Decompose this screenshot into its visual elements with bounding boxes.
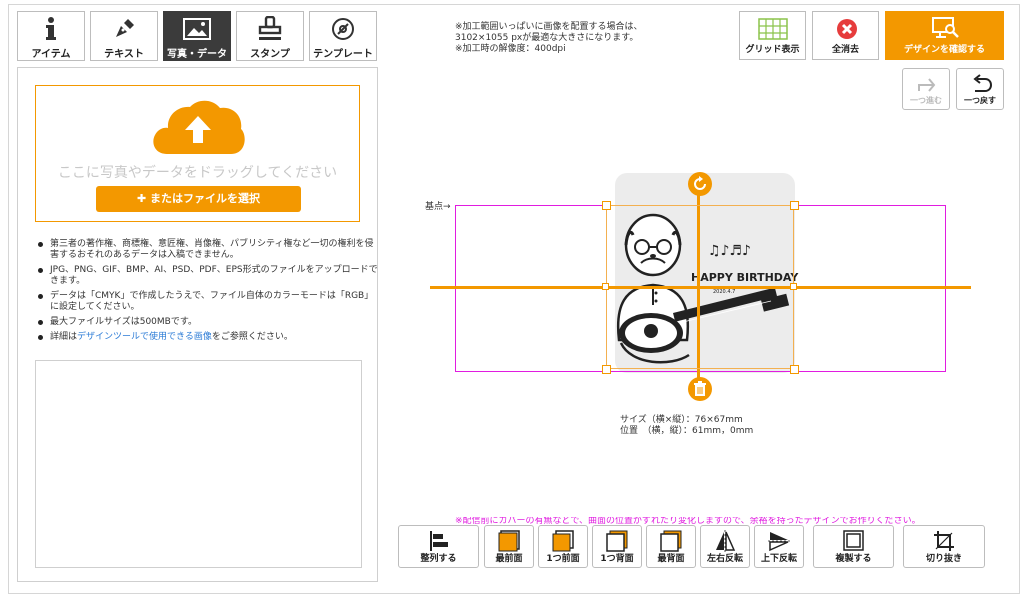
plus-icon: ✚: [136, 192, 151, 205]
info-icon: [18, 16, 84, 42]
tab-photo-data[interactable]: 写真・データ: [163, 11, 231, 61]
select-file-button[interactable]: ✚ またはファイルを選択: [96, 186, 301, 212]
tab-text-label: テキスト: [104, 49, 144, 60]
tab-stamp[interactable]: スタンプ: [236, 11, 304, 61]
duplicate-button[interactable]: 複製する: [813, 525, 894, 568]
tab-photo-data-label: 写真・データ: [167, 49, 227, 60]
redo-icon: [917, 73, 937, 97]
upload-dropzone[interactable]: ここに写真やデータをドラッグしてください ✚ またはファイルを選択: [35, 85, 360, 222]
align-button[interactable]: 整列する: [398, 525, 479, 568]
selection-box[interactable]: [606, 205, 794, 369]
note-item: 第三者の著作権、商標権、意匠権、肖像権、パブリシティ権など一切の権利を侵害するお…: [38, 239, 380, 261]
bring-forward-icon: [539, 530, 587, 552]
flip-horizontal-label: 左右反転: [706, 554, 743, 564]
pen-icon: [91, 16, 157, 42]
select-file-label: またはファイルを選択: [150, 192, 261, 205]
preview-icon: [932, 17, 960, 43]
note-item: 最大ファイルサイズは500MBです。: [38, 317, 380, 328]
note-item-detail: 詳細はデザインツールで使用できる画像をご参照ください。: [38, 332, 380, 343]
send-back-label: 最背面: [657, 554, 685, 564]
crop-label: 切り抜き: [925, 554, 962, 564]
grid-icon: [758, 18, 788, 44]
grid-toggle-button[interactable]: グリッド表示: [739, 11, 806, 60]
send-backward-icon: [593, 530, 641, 552]
tab-template-label: テンプレート: [313, 49, 373, 60]
note-item: データは「CMYK」で作成したうえで、ファイル自体のカラーモードは「RGB」に設…: [38, 291, 380, 313]
align-label: 整列する: [420, 554, 457, 564]
confirm-design-button[interactable]: デザインを確認する: [885, 11, 1004, 60]
tab-template[interactable]: テンプレート: [309, 11, 377, 61]
flip-horizontal-button[interactable]: 左右反転: [700, 525, 750, 568]
clear-icon: [836, 18, 858, 44]
undo-button[interactable]: 一つ戻す: [956, 68, 1004, 110]
resize-handle[interactable]: [790, 283, 797, 290]
flip-vertical-button[interactable]: 上下反転: [754, 525, 804, 568]
image-guide-link[interactable]: デザインツールで使用できる画像: [77, 332, 212, 342]
rotate-handle[interactable]: [688, 172, 712, 196]
bring-front-icon: [485, 530, 533, 552]
upload-notes: 第三者の著作権、商標権、意匠権、肖像権、パブリシティ権など一切の権利を侵害するお…: [36, 239, 380, 347]
resize-handle[interactable]: [790, 201, 799, 210]
note-item: JPG、PNG、GIF、BMP、AI、PSD、PDF、EPS形式のファイルをアッ…: [38, 265, 380, 287]
note-detail-post: をご参照ください。: [211, 332, 293, 342]
confirm-design-label: デザインを確認する: [903, 45, 985, 55]
tab-item[interactable]: アイテム: [17, 11, 85, 61]
image-icon: [164, 16, 230, 42]
duplicate-icon: [814, 530, 893, 552]
base-point-label: 基点→: [425, 202, 451, 212]
tab-stamp-label: スタンプ: [250, 49, 290, 60]
flip-vertical-label: 上下反転: [760, 554, 797, 564]
redo-button[interactable]: 一つ進む: [902, 68, 950, 110]
cloud-upload-icon: [149, 96, 247, 160]
delete-object-button[interactable]: [688, 377, 712, 401]
resize-handle[interactable]: [790, 365, 799, 374]
note-detail-pre: 詳細は: [50, 332, 78, 342]
flip-horizontal-icon: [701, 530, 749, 552]
bring-front-label: 最前面: [495, 554, 523, 564]
send-backward-label: 1つ背面: [600, 554, 634, 564]
redo-label: 一つ進む: [910, 96, 942, 105]
uploaded-images-panel: [35, 360, 362, 568]
template-icon: [310, 16, 376, 42]
resize-handle[interactable]: [602, 365, 611, 374]
resize-handle[interactable]: [602, 201, 611, 210]
upload-hint: ここに写真やデータをドラッグしてください: [57, 165, 338, 181]
undo-label: 一つ戻す: [964, 96, 996, 105]
bring-forward-label: 1つ前面: [546, 554, 580, 564]
send-back-icon: [647, 530, 695, 552]
resolution-note: ※加工範囲いっぱいに画像を配置する場合は、 3102×1055 pxが最適な大き…: [455, 22, 643, 54]
send-to-back-button[interactable]: 最背面: [646, 525, 696, 568]
resize-handle[interactable]: [602, 283, 609, 290]
duplicate-label: 複製する: [835, 554, 872, 564]
clear-all-button[interactable]: 全消去: [812, 11, 879, 60]
grid-label: グリッド表示: [745, 45, 800, 55]
printing-warning: ※配信前にカバーの有無などで、曲面の位置がずれたり変化しますので、余裕を持ったデ…: [455, 517, 921, 525]
crop-icon: [904, 530, 984, 552]
align-icon: [399, 530, 478, 552]
send-backward-button[interactable]: 1つ背面: [592, 525, 642, 568]
tab-text[interactable]: テキスト: [90, 11, 158, 61]
bring-forward-button[interactable]: 1つ前面: [538, 525, 588, 568]
bring-to-front-button[interactable]: 最前面: [484, 525, 534, 568]
stamp-icon: [237, 16, 303, 42]
rotate-icon: [694, 176, 706, 190]
trash-icon: [694, 381, 706, 396]
tab-item-label: アイテム: [31, 49, 71, 60]
crop-button[interactable]: 切り抜き: [903, 525, 985, 568]
flip-vertical-icon: [755, 530, 803, 552]
size-position-info: サイズ（横×縦）：76×67mm 位置 （横，縦）：61mm，0mm: [620, 415, 754, 436]
clear-all-label: 全消去: [831, 45, 859, 55]
